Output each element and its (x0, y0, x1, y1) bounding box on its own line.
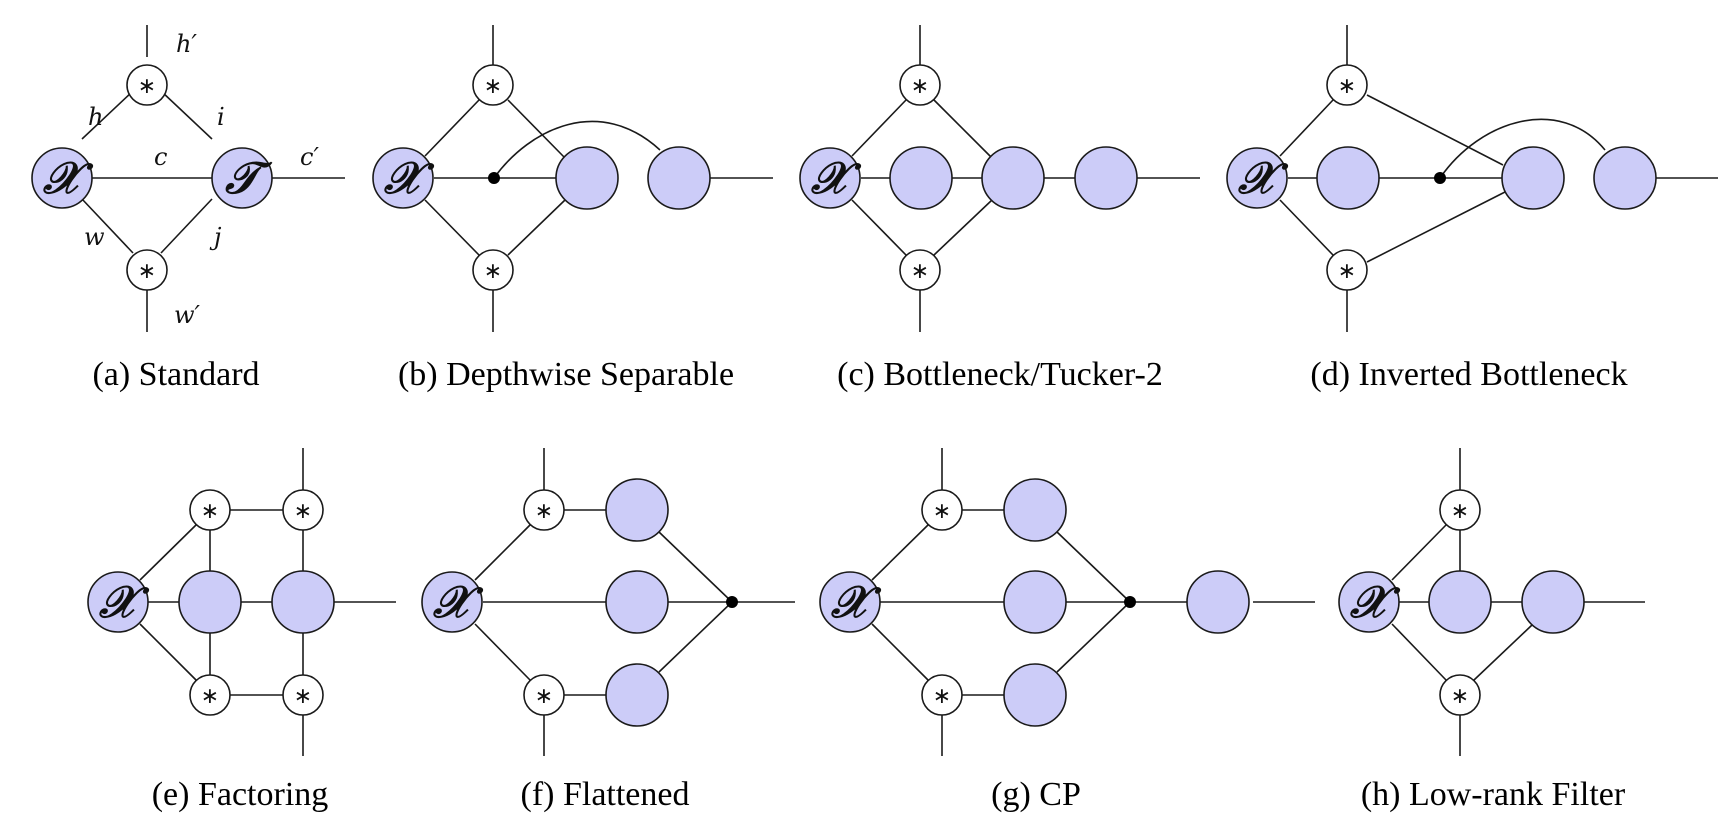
edge (474, 623, 531, 681)
caption-factoring: (e) Factoring (152, 776, 329, 813)
convolution-symbol: ∗ (535, 499, 553, 524)
factor-node (605, 478, 669, 542)
factor-node (889, 146, 953, 210)
edge (1279, 199, 1334, 256)
convolution-symbol: ∗ (535, 684, 553, 709)
convolution-symbol: ∗ (911, 74, 929, 99)
edge (871, 524, 929, 581)
edge (933, 199, 993, 256)
factor-node (1521, 570, 1585, 634)
edge (1279, 99, 1334, 157)
convolution-symbol: ∗ (138, 259, 156, 284)
factor-node (605, 570, 669, 634)
factor-node (647, 146, 711, 210)
index-label-h-prime: h′ (176, 30, 197, 58)
edge (658, 531, 733, 603)
factor-node (271, 570, 335, 634)
index-label-w: w (84, 223, 105, 251)
junction-dot (488, 172, 500, 184)
edge (507, 199, 566, 256)
convolution-symbol: ∗ (911, 259, 929, 284)
panel-flattened: ∗ ∗ 𝒳 (f) Flattened (421, 448, 795, 813)
panel-standard: ∗ ∗ 𝒳 𝒯 h′ h i c c′ w j w′ (a) Standard (31, 25, 345, 393)
caption-bottleneck-tucker2: (c) Bottleneck/Tucker-2 (837, 356, 1163, 393)
panel-inverted-bottleneck: ∗ ∗ 𝒳 (d) Inverted Bottleneck (1226, 25, 1718, 393)
convolution-symbol: ∗ (1451, 684, 1469, 709)
edge (1366, 191, 1506, 263)
panel-bottleneck-tucker2: ∗ ∗ 𝒳 (c) Bottleneck/Tucker-2 (799, 25, 1200, 393)
edge (851, 99, 907, 157)
convolution-symbol: ∗ (294, 684, 312, 709)
edge (424, 99, 480, 157)
factor-node (555, 146, 619, 210)
factor-node (981, 146, 1045, 210)
factor-node (1003, 478, 1067, 542)
junction-dot (1124, 596, 1136, 608)
caption-inverted-bottleneck: (d) Inverted Bottleneck (1310, 356, 1627, 393)
convolution-symbol: ∗ (933, 684, 951, 709)
edge (160, 198, 213, 254)
convolution-symbol: ∗ (1338, 74, 1356, 99)
panel-low-rank-filter: ∗ ∗ 𝒳 (h) Low-rank Filter (1338, 448, 1645, 813)
edge (139, 623, 197, 681)
edge (871, 623, 929, 681)
edge (474, 524, 531, 581)
edge (851, 199, 907, 256)
edge (658, 601, 733, 673)
edge (1056, 601, 1131, 673)
panel-cp: ∗ ∗ 𝒳 (g) CP (819, 448, 1315, 813)
factor-node (1003, 570, 1067, 634)
convolution-symbol: ∗ (933, 499, 951, 524)
convolution-symbol: ∗ (294, 499, 312, 524)
junction-dot (726, 596, 738, 608)
caption-flattened: (f) Flattened (521, 776, 690, 813)
junction-dot (1434, 172, 1446, 184)
convolution-symbol: ∗ (1338, 259, 1356, 284)
convolution-symbol: ∗ (201, 684, 219, 709)
edge (139, 524, 197, 581)
index-label-h: h (88, 103, 103, 131)
factor-node (1428, 570, 1492, 634)
factor-node (178, 570, 242, 634)
tensor-network-figure: ∗ ∗ 𝒳 𝒯 h′ h i c c′ w j w′ (a) Standard … (31, 25, 1718, 813)
edge (1056, 531, 1131, 603)
edge (1391, 623, 1447, 681)
convolution-symbol: ∗ (484, 74, 502, 99)
index-label-c-prime: c′ (300, 143, 319, 171)
factor-node (1593, 146, 1657, 210)
convolution-symbol: ∗ (138, 74, 156, 99)
factor-node (605, 663, 669, 727)
edge (933, 99, 993, 159)
edge (160, 90, 213, 140)
factor-node (1186, 570, 1250, 634)
factor-node (1316, 146, 1380, 210)
convolution-symbol: ∗ (484, 259, 502, 284)
factor-node (1074, 146, 1138, 210)
edge (424, 199, 480, 256)
panel-factoring: ∗ ∗ ∗ ∗ 𝒳 (e) Factoring (87, 448, 396, 813)
index-label-j: j (209, 223, 222, 251)
index-label-i: i (217, 103, 225, 131)
edge (1366, 94, 1504, 166)
caption-standard: (a) Standard (92, 356, 259, 393)
edge (1391, 524, 1447, 581)
factor-node (1501, 146, 1565, 210)
caption-cp: (g) CP (991, 776, 1081, 813)
edge (1473, 624, 1533, 681)
convolution-symbol: ∗ (1451, 499, 1469, 524)
caption-low-rank-filter: (h) Low-rank Filter (1361, 776, 1626, 813)
index-label-c: c (154, 143, 167, 171)
index-label-w-prime: w′ (174, 301, 201, 329)
caption-depthwise-separable: (b) Depthwise Separable (398, 356, 734, 393)
panel-depthwise-separable: ∗ ∗ 𝒳 (b) Depthwise Separable (372, 25, 773, 393)
convolution-symbol: ∗ (201, 499, 219, 524)
factor-node (1003, 663, 1067, 727)
